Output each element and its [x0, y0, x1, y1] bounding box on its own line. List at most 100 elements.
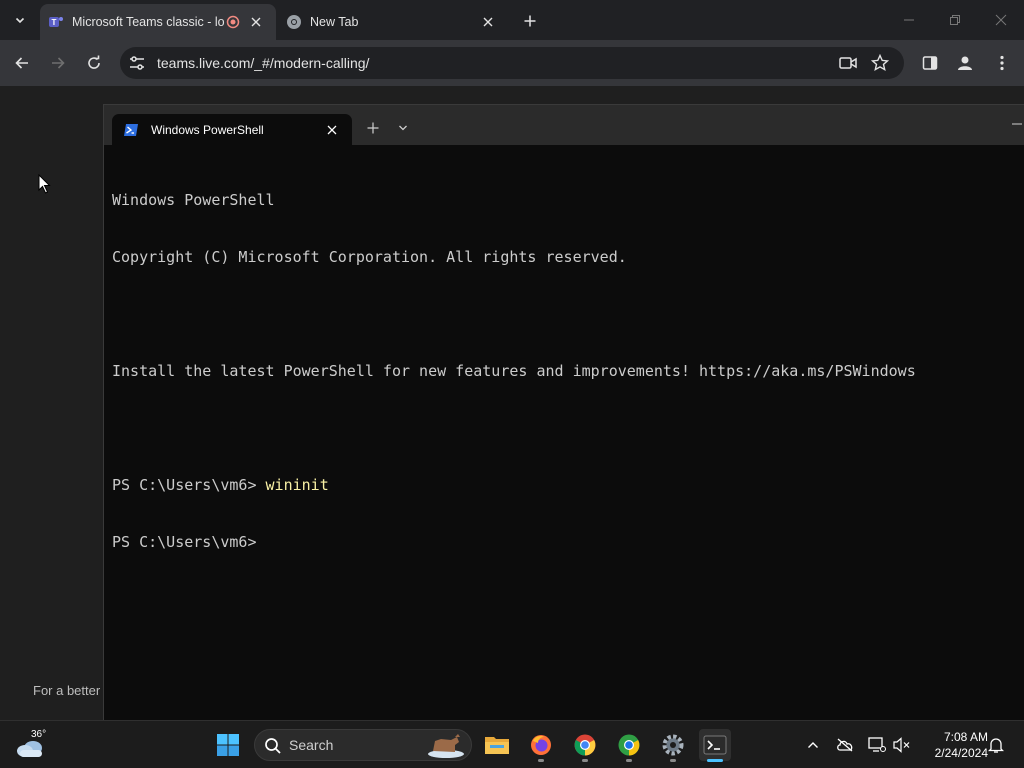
- browser-tab-teams[interactable]: T Microsoft Teams classic - lo: [40, 4, 276, 40]
- terminal-minimize-button[interactable]: [1010, 117, 1024, 131]
- side-panel-icon: [922, 56, 938, 70]
- plus-icon: [524, 15, 536, 27]
- terminal-window: Windows PowerShell Windows PowerShell Co…: [103, 104, 1024, 720]
- start-button[interactable]: [212, 729, 244, 761]
- volume-muted-icon: [893, 737, 910, 753]
- close-terminal-tab-button[interactable]: [324, 122, 340, 138]
- cloud-offline-icon: [837, 738, 853, 752]
- taskbar-clock[interactable]: 7:08 AM 2/24/2024: [918, 729, 988, 761]
- search-label: Search: [289, 737, 334, 753]
- side-panel-button[interactable]: [917, 50, 943, 76]
- terminal-command: wininit: [265, 476, 329, 494]
- mouse-cursor-icon: [38, 174, 51, 194]
- terminal-command-line: PS C:\Users\vm6> wininit: [112, 476, 1017, 495]
- weather-temperature: 36°: [31, 729, 47, 740]
- powershell-icon: [124, 123, 138, 136]
- page-hint-text: For a better: [33, 683, 101, 698]
- terminal-tab-title: Windows PowerShell: [151, 122, 264, 137]
- clock-date: 2/24/2024: [934, 746, 988, 760]
- running-indicator: [582, 759, 588, 762]
- minimize-button[interactable]: [897, 8, 921, 32]
- taskbar-terminal[interactable]: [699, 729, 731, 762]
- terminal-titlebar[interactable]: Windows PowerShell: [104, 105, 1024, 145]
- svg-text:T: T: [52, 18, 57, 27]
- close-icon: [327, 125, 337, 134]
- reload-icon: [88, 55, 100, 69]
- forward-button[interactable]: [45, 50, 71, 76]
- restore-button[interactable]: [943, 8, 967, 32]
- running-indicator: [538, 759, 544, 762]
- terminal-line: Install the latest PowerShell for new fe…: [112, 362, 916, 380]
- gear-icon: [662, 734, 684, 756]
- chevron-down-icon: [399, 125, 407, 131]
- close-icon: [251, 17, 261, 27]
- minimize-icon: [904, 19, 914, 21]
- recording-icon: [226, 15, 240, 29]
- taskbar-settings[interactable]: [657, 729, 689, 762]
- chevron-up-icon: [808, 742, 818, 748]
- terminal-prompt: PS C:\Users\vm6>: [112, 476, 266, 494]
- profile-button[interactable]: [952, 50, 978, 76]
- terminal-prompt-line: PS C:\Users\vm6>: [112, 533, 257, 551]
- browser-tab-newtab[interactable]: New Tab: [278, 4, 508, 40]
- bell-icon: [988, 738, 1004, 753]
- taskbar-firefox[interactable]: [525, 729, 557, 762]
- close-tab-button[interactable]: [248, 14, 264, 30]
- tab-search-button[interactable]: [8, 8, 32, 32]
- chrome-icon: [574, 734, 596, 756]
- site-settings-icon[interactable]: [128, 54, 146, 72]
- taskbar-chrome-beta[interactable]: [613, 729, 645, 762]
- profile-icon: [958, 56, 972, 70]
- address-url: teams.live.com/_#/modern-calling/: [157, 55, 370, 71]
- running-indicator: [670, 759, 676, 762]
- search-highlight-icon: [428, 734, 464, 758]
- chevron-down-icon: [15, 17, 25, 24]
- minimize-icon: [1012, 123, 1022, 125]
- close-icon: [483, 17, 493, 27]
- notifications-button[interactable]: [986, 735, 1006, 755]
- bookmark-star-icon[interactable]: [870, 53, 890, 73]
- close-icon: [995, 14, 1007, 26]
- terminal-line: Windows PowerShell: [112, 191, 275, 209]
- window-close-button[interactable]: [989, 8, 1013, 32]
- more-vertical-icon: [1000, 55, 1004, 71]
- taskbar-file-explorer[interactable]: [481, 729, 513, 761]
- chrome-menu-button[interactable]: [989, 50, 1015, 76]
- active-indicator: [707, 759, 723, 762]
- clock-time: 7:08 AM: [943, 730, 988, 744]
- close-tab-button[interactable]: [480, 14, 496, 30]
- restore-icon: [950, 15, 960, 25]
- browser-tab-strip: T Microsoft Teams classic - lo New Tab: [0, 0, 1024, 40]
- arrow-right-icon: [52, 57, 65, 69]
- plus-icon: [367, 122, 379, 134]
- reload-button[interactable]: [81, 50, 107, 76]
- tray-onedrive[interactable]: [835, 735, 855, 755]
- tray-network[interactable]: [867, 735, 887, 755]
- folder-icon: [485, 737, 509, 754]
- new-tab-button[interactable]: [518, 10, 542, 32]
- windows-logo-icon: [217, 734, 239, 756]
- chrome-icon: [286, 14, 302, 30]
- teams-icon: T: [48, 14, 64, 30]
- search-icon: [265, 738, 281, 754]
- terminal-output[interactable]: Windows PowerShell Copyright (C) Microso…: [112, 153, 1017, 590]
- firefox-icon: [531, 735, 551, 755]
- tab-title: New Tab: [310, 15, 359, 29]
- terminal-dropdown-button[interactable]: [396, 121, 410, 135]
- terminal-line: Copyright (C) Microsoft Corporation. All…: [112, 248, 627, 266]
- address-bar[interactable]: teams.live.com/_#/modern-calling/: [120, 47, 904, 79]
- tray-overflow-button[interactable]: [803, 735, 823, 755]
- arrow-left-icon: [15, 57, 28, 69]
- tray-volume[interactable]: [892, 735, 912, 755]
- weather-widget[interactable]: 36°: [16, 728, 52, 762]
- taskbar-search[interactable]: Search: [254, 729, 472, 761]
- terminal-tab-powershell[interactable]: Windows PowerShell: [112, 114, 352, 145]
- taskbar-chrome[interactable]: [569, 729, 601, 762]
- camera-indicator-icon[interactable]: [838, 53, 858, 73]
- back-button[interactable]: [9, 50, 35, 76]
- browser-toolbar: teams.live.com/_#/modern-calling/: [0, 40, 1024, 86]
- terminal-new-tab-button[interactable]: [365, 120, 381, 136]
- running-indicator: [626, 759, 632, 762]
